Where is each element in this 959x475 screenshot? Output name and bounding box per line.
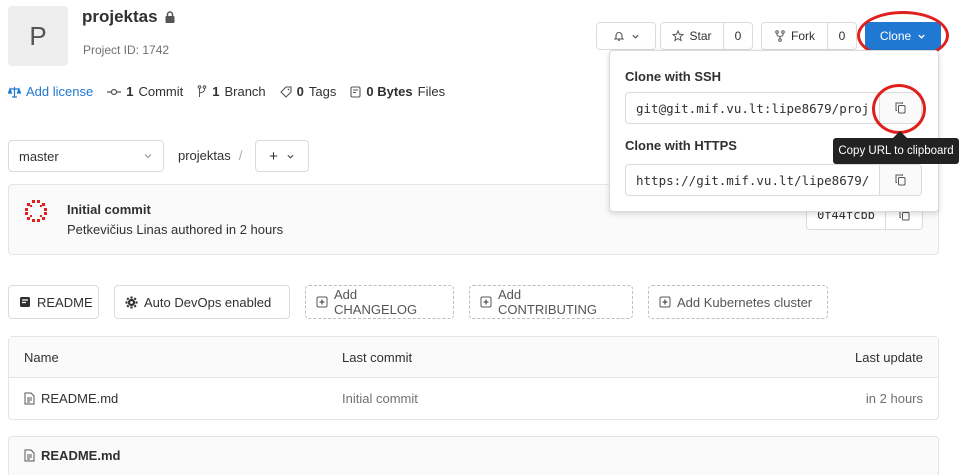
- copy-https-url-button[interactable]: [880, 164, 922, 196]
- file-last-update: in 2 hours: [865, 391, 923, 406]
- lock-icon: [164, 11, 176, 23]
- chevron-down-icon: [286, 152, 295, 161]
- project-avatar: P: [8, 6, 68, 66]
- star-icon: [672, 30, 685, 42]
- auto-devops-label: Auto DevOps enabled: [144, 294, 272, 310]
- breadcrumb-separator: /: [238, 148, 243, 163]
- breadcrumb-project[interactable]: projektas: [178, 148, 231, 163]
- add-contributing-button[interactable]: Add CONTRIBUTING: [469, 285, 633, 319]
- column-header-name: Name: [24, 350, 59, 365]
- tooltip-arrow: [893, 131, 907, 138]
- star-label: Star: [689, 29, 712, 43]
- files-label: Files: [417, 84, 446, 99]
- fork-button[interactable]: Fork 0: [761, 22, 857, 50]
- copy-icon: [895, 102, 906, 114]
- files-size: 0 Bytes: [366, 84, 413, 99]
- file-name-cell[interactable]: README.md: [24, 391, 118, 406]
- fork-icon: [774, 30, 786, 42]
- file-table-header: [9, 337, 938, 378]
- tag-icon: [279, 85, 292, 98]
- copy-url-tooltip: Copy URL to clipboard: [833, 138, 959, 164]
- add-kubernetes-button[interactable]: Add Kubernetes cluster: [648, 285, 828, 319]
- copy-icon: [895, 174, 906, 186]
- project-title: projektas: [82, 7, 176, 27]
- clone-https-label: Clone with HTTPS: [625, 138, 737, 153]
- branch-select-value: master: [19, 148, 59, 164]
- project-name[interactable]: projektas: [82, 7, 158, 27]
- commit-title[interactable]: Initial commit: [67, 202, 151, 217]
- clone-https-url-input[interactable]: https://git.mif.vu.lt/lipe8679/: [625, 164, 880, 196]
- chevron-down-icon: [631, 32, 640, 41]
- star-button[interactable]: Star 0: [660, 22, 753, 50]
- add-license-link[interactable]: Add license: [8, 84, 93, 99]
- fork-label: Fork: [791, 29, 815, 43]
- commit-icon: [107, 87, 122, 97]
- branches-stat[interactable]: 1 Branch: [197, 84, 266, 99]
- readme-panel-title: README.md: [24, 448, 120, 463]
- file-last-commit[interactable]: Initial commit: [342, 391, 418, 406]
- tags-count: 0: [296, 84, 304, 99]
- readme-panel-header: [8, 436, 939, 475]
- notification-button[interactable]: [596, 22, 656, 50]
- clone-ssh-label: Clone with SSH: [625, 69, 722, 84]
- branches-count: 1: [212, 84, 220, 99]
- plus-square-icon: [480, 296, 492, 308]
- branches-label: Branch: [224, 84, 266, 99]
- clone-ssh-url-input[interactable]: git@git.mif.vu.lt:lipe8679/proj: [625, 92, 880, 124]
- column-header-last-update: Last update: [855, 350, 923, 365]
- add-file-dropdown[interactable]: +: [255, 140, 309, 172]
- commit-author-line: Petkevičius Linas authored in 2 hours: [67, 222, 284, 237]
- file-icon: [24, 392, 35, 405]
- chevron-down-icon: [143, 151, 153, 161]
- file-size-icon: [350, 85, 361, 98]
- chevron-down-icon: [917, 32, 926, 41]
- fork-count[interactable]: 0: [828, 29, 856, 43]
- readme-icon: [19, 296, 31, 308]
- license-icon: [8, 86, 21, 98]
- commit-author-avatar[interactable]: [24, 199, 48, 223]
- files-stat[interactable]: 0 Bytes Files: [350, 84, 445, 99]
- add-changelog-button[interactable]: Add CHANGELOG: [305, 285, 454, 319]
- branch-select[interactable]: master: [8, 140, 164, 172]
- copy-ssh-url-button[interactable]: [880, 92, 922, 124]
- branch-icon: [197, 85, 207, 98]
- column-header-last-commit: Last commit: [342, 350, 413, 365]
- readme-panel-filename: README.md: [41, 448, 121, 463]
- add-license-label: Add license: [26, 84, 94, 99]
- readme-label: README: [37, 294, 93, 310]
- tags-stat[interactable]: 0 Tags: [279, 84, 337, 99]
- project-id: Project ID: 1742: [83, 43, 170, 57]
- auto-devops-button[interactable]: Auto DevOps enabled: [114, 285, 290, 319]
- breadcrumb: projektas /: [178, 148, 242, 163]
- clone-button[interactable]: Clone: [865, 22, 941, 50]
- add-kubernetes-label: Add Kubernetes cluster: [677, 294, 813, 310]
- project-stats: Add license 1 Commit 1 Branch 0 Tags 0 B…: [8, 84, 445, 99]
- plus-square-icon: [316, 296, 328, 308]
- clone-label: Clone: [879, 29, 912, 43]
- bell-icon: [613, 30, 625, 42]
- file-icon: [24, 449, 35, 462]
- commits-label: Commit: [138, 84, 184, 99]
- readme-button[interactable]: README: [8, 285, 99, 319]
- tags-label: Tags: [308, 84, 337, 99]
- add-contributing-label: Add CONTRIBUTING: [498, 287, 597, 317]
- plus-icon: +: [269, 147, 278, 165]
- commits-count: 1: [126, 84, 134, 99]
- add-changelog-label: Add CHANGELOG: [334, 287, 418, 317]
- file-name: README.md: [41, 391, 119, 406]
- gear-icon: [125, 296, 138, 309]
- star-count[interactable]: 0: [724, 29, 752, 43]
- commits-stat[interactable]: 1 Commit: [107, 84, 183, 99]
- plus-square-icon: [659, 296, 671, 308]
